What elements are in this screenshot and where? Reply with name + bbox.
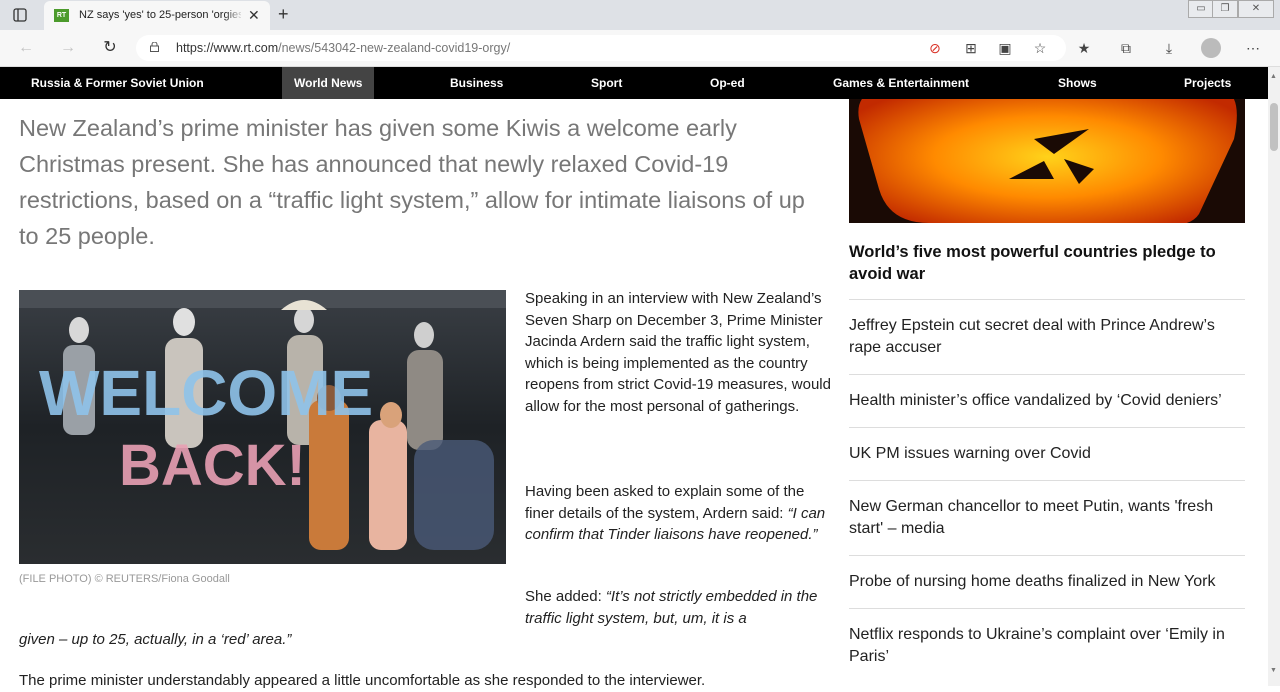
article-image[interactable]: WELCOME BACK! xyxy=(19,290,506,564)
browser-tab[interactable]: RT NZ says 'yes' to 25-person 'orgies ✕ xyxy=(44,1,270,30)
close-tab-icon[interactable]: ✕ xyxy=(248,8,260,22)
rt-favicon-icon: RT xyxy=(54,9,69,22)
more-menu-icon[interactable]: ⋯ xyxy=(1244,39,1262,57)
scroll-up-icon[interactable]: ▲ xyxy=(1270,73,1277,80)
minimize-window-icon[interactable]: ▭ xyxy=(1188,0,1214,18)
tab-title: NZ says 'yes' to 25-person 'orgies xyxy=(79,9,241,21)
new-tab-icon[interactable]: + xyxy=(278,5,289,23)
nav-op-ed[interactable]: Op-ed xyxy=(710,67,745,99)
back-icon[interactable]: ← xyxy=(16,38,36,58)
sidebar-news-item[interactable]: Probe of nursing home deaths finalized i… xyxy=(849,555,1245,608)
extensions-icon[interactable]: ⊞ xyxy=(962,39,980,57)
sidebar-headline-link[interactable]: World’s five most powerful countries ple… xyxy=(849,241,1245,285)
image-back-text: BACK! xyxy=(119,433,306,498)
nav-world-news[interactable]: World News xyxy=(282,67,375,99)
sidebar-news-item[interactable]: New German chancellor to meet Putin, wan… xyxy=(849,480,1245,555)
image-caption: (FILE PHOTO) © REUTERS/Fiona Goodall xyxy=(19,573,230,585)
scroll-down-icon[interactable]: ▼ xyxy=(1270,667,1277,674)
article-lead: New Zealand’s prime minister has given s… xyxy=(19,115,805,249)
nav-sport[interactable]: Sport xyxy=(591,67,622,99)
nav-games-entertainment[interactable]: Games & Entertainment xyxy=(833,67,969,99)
sidebar-news-list: Jeffrey Epstein cut secret deal with Pri… xyxy=(849,299,1245,683)
tab-actions-icon[interactable] xyxy=(12,7,28,23)
add-favorite-icon[interactable]: ☆ xyxy=(1031,39,1049,57)
favorites-icon[interactable]: ★ xyxy=(1075,39,1093,57)
url-text: https://www.rt.com/news/543042-new-zeala… xyxy=(176,41,511,55)
scroll-thumb[interactable] xyxy=(1270,103,1278,151)
site-navigation: Russia & Former Soviet Union World News … xyxy=(0,67,1268,99)
browser-toolbar: ← → ↻ https://www.rt.com/news/543042-new… xyxy=(0,30,1280,67)
restore-window-icon[interactable]: ❐ xyxy=(1212,0,1238,18)
page-scrollbar[interactable]: ▲ ▼ xyxy=(1268,67,1280,686)
nav-projects[interactable]: Projects xyxy=(1184,67,1231,99)
lock-icon xyxy=(150,42,159,52)
profile-avatar[interactable] xyxy=(1201,38,1221,58)
browser-tab-strip: RT NZ says 'yes' to 25-person 'orgies ✕ … xyxy=(0,0,1280,30)
forward-icon[interactable]: → xyxy=(58,38,78,58)
article-paragraph-3: She added: “It’s not strictly embedded i… xyxy=(525,588,818,627)
article-paragraph-1: Speaking in an interview with New Zealan… xyxy=(525,290,831,415)
nav-shows[interactable]: Shows xyxy=(1058,67,1097,99)
article-paragraph-4: The prime minister understandably appear… xyxy=(19,672,706,689)
sidebar-news-item[interactable]: UK PM issues warning over Covid xyxy=(849,427,1245,480)
reader-view-icon[interactable]: ▣ xyxy=(996,39,1014,57)
nav-russia[interactable]: Russia & Former Soviet Union xyxy=(31,67,204,99)
sidebar-feature-image[interactable] xyxy=(849,99,1245,223)
tracking-blocked-icon[interactable]: ⊘ xyxy=(926,39,944,57)
collections-icon[interactable]: ⧉ xyxy=(1117,39,1135,57)
sidebar-news-item[interactable]: Netflix responds to Ukraine’s complaint … xyxy=(849,608,1245,683)
nav-business[interactable]: Business xyxy=(450,67,503,99)
downloads-icon[interactable]: ⤓ xyxy=(1160,39,1178,57)
sidebar-news-item[interactable]: Jeffrey Epstein cut secret deal with Pri… xyxy=(849,299,1245,374)
close-window-icon[interactable]: ✕ xyxy=(1238,0,1274,18)
article-paragraph-2: Having been asked to explain some of the… xyxy=(525,483,826,544)
image-welcome-text: WELCOME xyxy=(39,357,373,429)
sidebar-news-item[interactable]: Health minister’s office vandalized by ‘… xyxy=(849,374,1245,427)
article-paragraph-3-continued: given – up to 25, actually, in a ‘red’ a… xyxy=(19,631,292,648)
reload-icon[interactable]: ↻ xyxy=(100,38,120,58)
